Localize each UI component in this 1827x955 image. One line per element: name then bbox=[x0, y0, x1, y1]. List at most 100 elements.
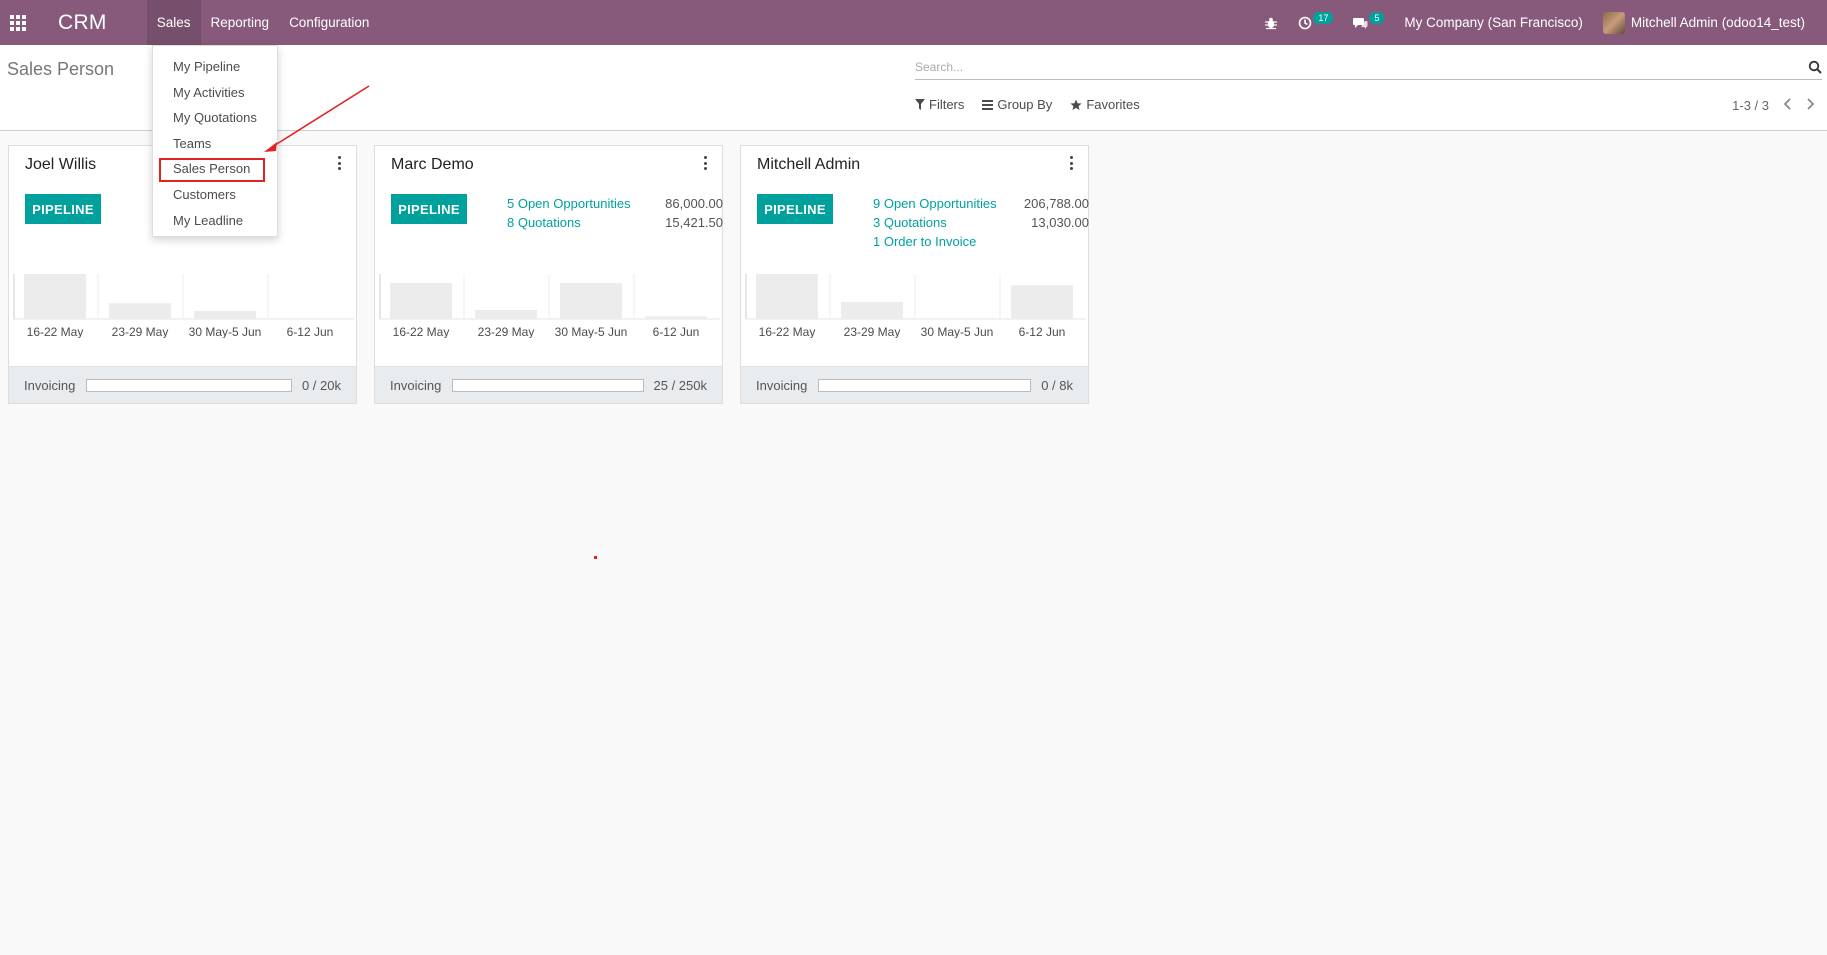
invoicing-value: 0 / 20k bbox=[301, 377, 341, 393]
avatar bbox=[1602, 11, 1625, 34]
graph-bar[interactable] bbox=[390, 283, 452, 319]
activity-graph-svg: 16-22 May 23-29 May 30 May-5 Jun 6-12 Jun bbox=[379, 274, 720, 338]
card-title[interactable]: Joel Willis bbox=[25, 156, 96, 174]
user-name: Mitchell Admin (odoo14_test) bbox=[1630, 15, 1805, 30]
stat-row: 8 Quotations 15,421.50 bbox=[507, 213, 723, 232]
main-menu: Sales Reporting Configuration bbox=[146, 0, 380, 45]
card-options-icon[interactable] bbox=[1068, 156, 1074, 170]
pipeline-button[interactable]: PIPELINE bbox=[25, 194, 101, 224]
stat-link[interactable]: 5 Open Opportunities bbox=[507, 196, 663, 211]
menu-item-customers[interactable]: Customers bbox=[153, 182, 277, 208]
invoicing-footer: Invoicing 25 / 250k bbox=[375, 366, 722, 403]
invoicing-label: Invoicing bbox=[24, 377, 76, 393]
card-title[interactable]: Mitchell Admin bbox=[757, 156, 860, 174]
search-bar bbox=[915, 56, 1822, 80]
graph-bar[interactable] bbox=[24, 274, 86, 319]
pipeline-button[interactable]: PIPELINE bbox=[757, 194, 833, 224]
apps-menu-icon[interactable] bbox=[2, 0, 34, 45]
graph-tick-label: 16-22 May bbox=[759, 325, 816, 338]
menu-reporting[interactable]: Reporting bbox=[201, 0, 280, 45]
kanban-card[interactable]: Mitchell Admin PIPELINE 9 Open Opportuni… bbox=[740, 145, 1089, 404]
stat-link[interactable]: 3 Quotations bbox=[873, 215, 1029, 230]
star-icon bbox=[1070, 99, 1082, 110]
invoicing-label: Invoicing bbox=[390, 377, 442, 393]
activity-graph: 16-22 May 23-29 May 30 May-5 Jun 6-12 Jun bbox=[745, 274, 1086, 338]
graph-bar[interactable] bbox=[645, 316, 707, 319]
page-title: Sales Person bbox=[7, 59, 115, 79]
company-switcher[interactable]: My Company (San Francisco) bbox=[1394, 0, 1593, 45]
graph-tick-label: 30 May-5 Jun bbox=[555, 325, 628, 338]
kanban-card[interactable]: Marc Demo PIPELINE 5 Open Opportunities 8… bbox=[374, 145, 723, 404]
menu-item-my-leadline[interactable]: My Leadline bbox=[153, 208, 277, 234]
card-stats: 5 Open Opportunities 86,000.00 8 Quotation… bbox=[507, 194, 723, 232]
favorites-label: Favorites bbox=[1086, 97, 1140, 112]
graph-tick-label: 23-29 May bbox=[478, 325, 535, 338]
menu-sales[interactable]: Sales bbox=[146, 0, 201, 45]
search-icon[interactable] bbox=[1808, 60, 1822, 74]
activity-graph-svg: 16-22 May 23-29 May 30 May-5 Jun 6-12 Jun bbox=[745, 274, 1086, 338]
menu-item-teams[interactable]: Teams bbox=[153, 131, 277, 157]
menu-item-my-quotations[interactable]: My Quotations bbox=[153, 105, 277, 131]
bars-icon bbox=[982, 99, 994, 110]
graph-tick-label: 30 May-5 Jun bbox=[921, 325, 994, 338]
graph-tick-label: 16-22 May bbox=[27, 325, 84, 338]
stat-value: 86,000.00 bbox=[665, 196, 723, 211]
invoicing-progress-bar[interactable] bbox=[818, 378, 1032, 392]
annotation-dot bbox=[594, 556, 597, 559]
graph-tick-label: 23-29 May bbox=[112, 325, 169, 338]
menu-item-my-activities[interactable]: My Activities bbox=[153, 80, 277, 106]
invoicing-footer: Invoicing 0 / 20k bbox=[9, 366, 356, 403]
favorites-button[interactable]: Favorites bbox=[1070, 97, 1140, 112]
graph-bar[interactable] bbox=[194, 310, 256, 319]
activity-graph-svg: 16-22 May 23-29 May 30 May-5 Jun 6-12 Jun bbox=[13, 274, 354, 338]
graph-tick-label: 6-12 Jun bbox=[1019, 325, 1066, 338]
messages-button[interactable]: 5 bbox=[1343, 0, 1394, 45]
activity-graph: 16-22 May 23-29 May 30 May-5 Jun 6-12 Jun bbox=[379, 274, 720, 338]
menu-item-sales-person[interactable]: Sales Person bbox=[153, 156, 277, 182]
graph-bar[interactable] bbox=[756, 274, 818, 319]
stat-link[interactable]: 9 Open Opportunities bbox=[873, 196, 1024, 211]
filters-button[interactable]: Filters bbox=[915, 97, 964, 112]
debug-bug-icon[interactable] bbox=[1254, 0, 1288, 45]
graph-bar[interactable] bbox=[1011, 285, 1073, 319]
pipeline-button[interactable]: PIPELINE bbox=[391, 194, 467, 224]
pager-next-icon[interactable] bbox=[1806, 97, 1815, 114]
activities-button[interactable]: 17 bbox=[1288, 0, 1343, 45]
invoicing-progress-bar[interactable] bbox=[452, 378, 644, 392]
systray: 17 5 My Company (San Francisco) Mitchell… bbox=[1254, 0, 1827, 45]
group-by-button[interactable]: Group By bbox=[982, 97, 1052, 112]
sales-dropdown-menu: My Pipeline My Activities My Quotations … bbox=[152, 45, 278, 237]
invoicing-footer: Invoicing 0 / 8k bbox=[741, 366, 1088, 403]
invoicing-value: 0 / 8k bbox=[1041, 377, 1073, 393]
search-options: Filters Group By Favorites bbox=[915, 97, 1140, 112]
app-brand[interactable]: CRM bbox=[58, 11, 107, 35]
group-by-label: Group By bbox=[997, 97, 1053, 112]
card-options-icon[interactable] bbox=[336, 156, 342, 170]
graph-bar[interactable] bbox=[109, 303, 171, 319]
stat-link[interactable]: 8 Quotations bbox=[507, 215, 663, 230]
top-navbar: CRM Sales Reporting Configuration 17 5 M… bbox=[0, 0, 1827, 45]
user-menu[interactable]: Mitchell Admin (odoo14_test) bbox=[1593, 0, 1815, 45]
stat-row: 5 Open Opportunities 86,000.00 bbox=[507, 194, 723, 213]
filters-label: Filters bbox=[929, 97, 965, 112]
filter-icon bbox=[915, 99, 925, 110]
comments-icon bbox=[1353, 17, 1368, 29]
graph-bar[interactable] bbox=[841, 301, 903, 319]
activity-graph: 16-22 May 23-29 May 30 May-5 Jun 6-12 Jun bbox=[13, 274, 354, 338]
search-input[interactable] bbox=[915, 56, 1795, 78]
pager-previous-icon[interactable] bbox=[1783, 97, 1792, 114]
graph-bar[interactable] bbox=[560, 283, 622, 319]
stat-link[interactable]: 1 Order to Invoice bbox=[873, 234, 1029, 249]
graph-bar[interactable] bbox=[475, 310, 537, 319]
menu-item-my-pipeline[interactable]: My Pipeline bbox=[153, 54, 277, 80]
graph-tick-label: 6-12 Jun bbox=[653, 325, 700, 338]
card-options-icon[interactable] bbox=[702, 156, 708, 170]
menu-configuration[interactable]: Configuration bbox=[279, 0, 379, 45]
stat-row: 9 Open Opportunities 206,788.00 bbox=[873, 194, 1089, 213]
card-title[interactable]: Marc Demo bbox=[391, 156, 474, 174]
stat-row: 3 Quotations 13,030.00 bbox=[873, 213, 1089, 232]
stat-value: 15,421.50 bbox=[665, 215, 723, 230]
pager-value[interactable]: 1-3 / 3 bbox=[1732, 98, 1769, 113]
graph-tick-label: 30 May-5 Jun bbox=[189, 325, 262, 338]
invoicing-progress-bar[interactable] bbox=[86, 378, 292, 392]
